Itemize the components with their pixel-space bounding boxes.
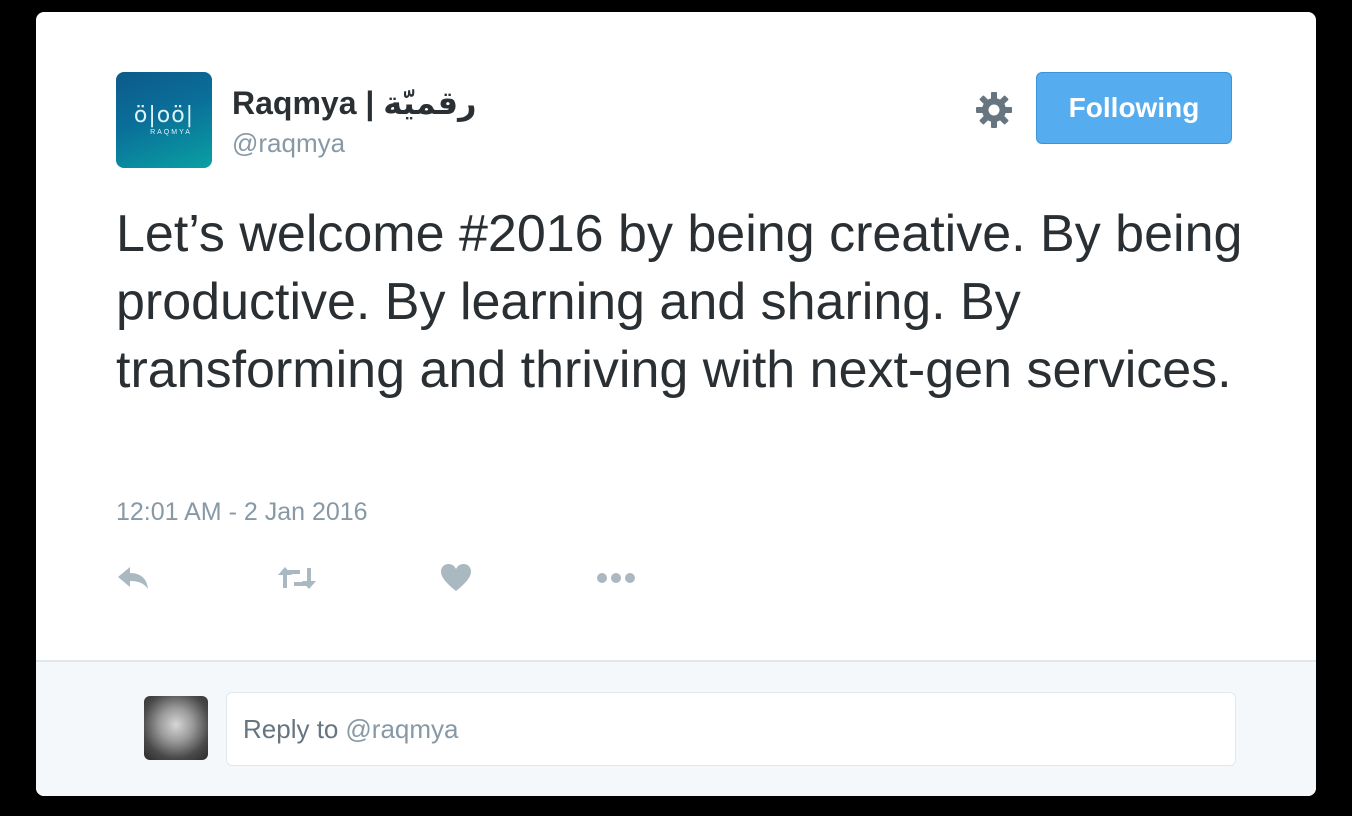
reply-placeholder-prefix: Reply to (243, 713, 339, 744)
reply-icon[interactable] (116, 560, 156, 596)
author-name[interactable]: Raqmya | رقميّة (232, 84, 477, 122)
logo-mark: ö|oö| (133, 102, 195, 128)
reply-input[interactable]: Reply to @raqmya (226, 692, 1236, 766)
reply-area: Reply to @raqmya (36, 660, 1316, 796)
author-avatar[interactable]: ö|oö| RAQMYA (116, 72, 212, 168)
tweet-card: ö|oö| RAQMYA Raqmya | رقميّة @raqmya Fol… (36, 12, 1316, 796)
retweet-icon[interactable] (276, 560, 320, 596)
gear-icon[interactable] (974, 90, 1014, 130)
reply-placeholder-handle: @raqmya (345, 713, 459, 744)
following-button[interactable]: Following (1036, 72, 1232, 144)
user-avatar (144, 696, 208, 760)
tweet-text: Let’s welcome #2016 by being creative. B… (116, 205, 1243, 399)
logo-wordmark: RAQMYA (150, 128, 192, 136)
more-icon[interactable] (596, 560, 640, 596)
author-handle[interactable]: @raqmya (232, 128, 345, 159)
heart-icon[interactable] (440, 560, 476, 596)
tweet-timestamp[interactable]: 12:01 AM - 2 Jan 2016 (116, 498, 368, 527)
